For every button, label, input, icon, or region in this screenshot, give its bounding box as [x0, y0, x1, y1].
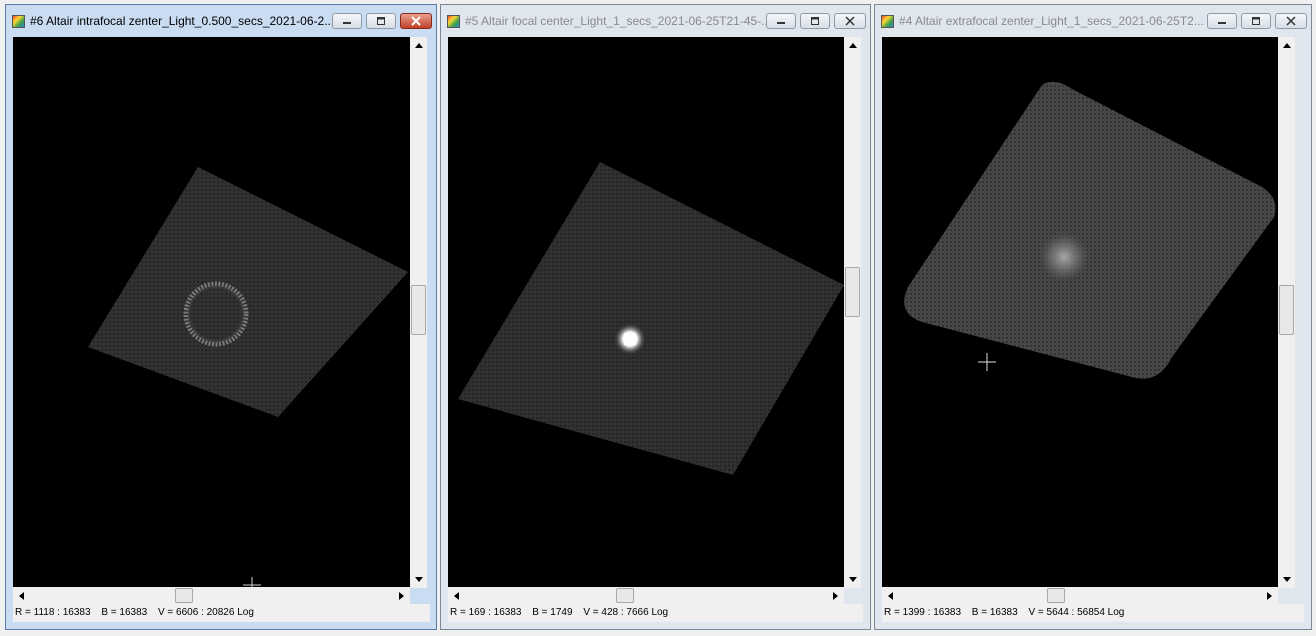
status-r: R = 1118 : 16383	[15, 607, 91, 618]
status-b: B = 1749	[532, 607, 573, 618]
vertical-scrollbar[interactable]	[1278, 37, 1295, 588]
minimize-icon	[777, 22, 785, 24]
scroll-right-arrow[interactable]	[827, 587, 844, 604]
image-window-5[interactable]: #5 Altair focal center_Light_1_secs_2021…	[440, 4, 871, 630]
close-icon	[411, 16, 421, 26]
maximize-icon	[811, 17, 819, 25]
vertical-scroll-thumb[interactable]	[845, 267, 860, 317]
vertical-scroll-thumb[interactable]	[1279, 285, 1294, 335]
minimize-button[interactable]	[766, 13, 796, 29]
scroll-up-arrow[interactable]	[1278, 37, 1295, 54]
pixel-status-bar: R = 169 : 16383 B = 1749 V = 428 : 7666 …	[448, 604, 863, 622]
horizontal-scroll-thumb[interactable]	[616, 588, 634, 603]
close-icon	[845, 16, 855, 26]
status-b: B = 16383	[101, 607, 148, 618]
minimize-icon	[1218, 22, 1226, 24]
star-image-extrafocal	[904, 81, 1276, 379]
scroll-left-arrow[interactable]	[448, 587, 465, 604]
title-bar[interactable]: #4 Altair extrafocal zenter_Light_1_secs…	[875, 5, 1311, 37]
arrow-right-icon	[399, 591, 404, 600]
arrow-up-icon	[1282, 43, 1291, 48]
crosshair-cursor-icon	[978, 353, 996, 371]
gradient-image-icon	[881, 14, 894, 28]
maximize-button[interactable]	[800, 13, 830, 29]
close-icon	[1286, 16, 1296, 26]
maximize-button[interactable]	[366, 13, 396, 29]
arrow-down-icon	[848, 577, 857, 582]
scroll-left-arrow[interactable]	[13, 587, 30, 604]
arrow-left-icon	[454, 591, 459, 600]
scroll-right-arrow[interactable]	[393, 587, 410, 604]
scroll-down-arrow[interactable]	[844, 571, 861, 588]
horizontal-scroll-thumb[interactable]	[1047, 588, 1065, 603]
close-button[interactable]	[400, 13, 432, 29]
arrow-down-icon	[414, 577, 423, 582]
horizontal-scrollbar[interactable]	[882, 587, 1278, 604]
image-viewport[interactable]	[882, 37, 1278, 588]
arrow-left-icon	[888, 591, 893, 600]
image-window-6[interactable]: #6 Altair intrafocal zenter_Light_0.500_…	[5, 4, 437, 630]
title-bar[interactable]: #5 Altair focal center_Light_1_secs_2021…	[441, 5, 870, 37]
gradient-image-icon	[447, 14, 460, 28]
close-button[interactable]	[1275, 13, 1307, 29]
arrow-up-icon	[414, 43, 423, 48]
vertical-scroll-thumb[interactable]	[411, 285, 426, 335]
vertical-scrollbar[interactable]	[844, 37, 861, 588]
status-v: V = 6606 : 20826 Log	[157, 607, 254, 618]
image-window-4[interactable]: #4 Altair extrafocal zenter_Light_1_secs…	[874, 4, 1312, 630]
maximize-icon	[1252, 17, 1260, 25]
star-image-focal	[458, 162, 844, 475]
scroll-up-arrow[interactable]	[410, 37, 427, 54]
window-title: #4 Altair extrafocal zenter_Light_1_secs…	[899, 14, 1204, 28]
horizontal-scrollbar[interactable]	[448, 587, 844, 604]
image-viewport[interactable]	[448, 37, 844, 588]
minimize-button[interactable]	[332, 13, 362, 29]
arrow-left-icon	[19, 591, 24, 600]
scroll-down-arrow[interactable]	[1278, 571, 1295, 588]
window-title: #5 Altair focal center_Light_1_secs_2021…	[465, 14, 766, 28]
maximize-button[interactable]	[1241, 13, 1271, 29]
pixel-status-bar: R = 1399 : 16383 B = 16383 V = 5644 : 56…	[882, 604, 1304, 622]
scroll-left-arrow[interactable]	[882, 587, 899, 604]
close-button[interactable]	[834, 13, 866, 29]
scroll-down-arrow[interactable]	[410, 571, 427, 588]
window-title: #6 Altair intrafocal zenter_Light_0.500_…	[30, 14, 332, 28]
horizontal-scrollbar[interactable]	[13, 587, 410, 604]
vertical-scrollbar[interactable]	[410, 37, 427, 588]
status-v: V = 428 : 7666 Log	[583, 607, 669, 618]
status-r: R = 1399 : 16383	[884, 607, 962, 618]
horizontal-scroll-thumb[interactable]	[175, 588, 193, 603]
arrow-up-icon	[848, 43, 857, 48]
status-b: B = 16383	[971, 607, 1018, 618]
title-bar[interactable]: #6 Altair intrafocal zenter_Light_0.500_…	[6, 5, 436, 37]
scroll-up-arrow[interactable]	[844, 37, 861, 54]
pixel-status-bar: R = 1118 : 16383 B = 16383 V = 6606 : 20…	[13, 604, 430, 622]
minimize-button[interactable]	[1207, 13, 1237, 29]
status-v: V = 5644 : 56854 Log	[1028, 607, 1125, 618]
image-viewport[interactable]	[13, 37, 410, 588]
arrow-right-icon	[833, 591, 838, 600]
arrow-down-icon	[1282, 577, 1291, 582]
minimize-icon	[343, 22, 351, 24]
gradient-image-icon	[12, 14, 25, 28]
arrow-right-icon	[1267, 591, 1272, 600]
status-r: R = 169 : 16383	[450, 607, 522, 618]
scroll-right-arrow[interactable]	[1261, 587, 1278, 604]
maximize-icon	[377, 17, 385, 25]
star-image-intrafocal	[88, 167, 408, 588]
